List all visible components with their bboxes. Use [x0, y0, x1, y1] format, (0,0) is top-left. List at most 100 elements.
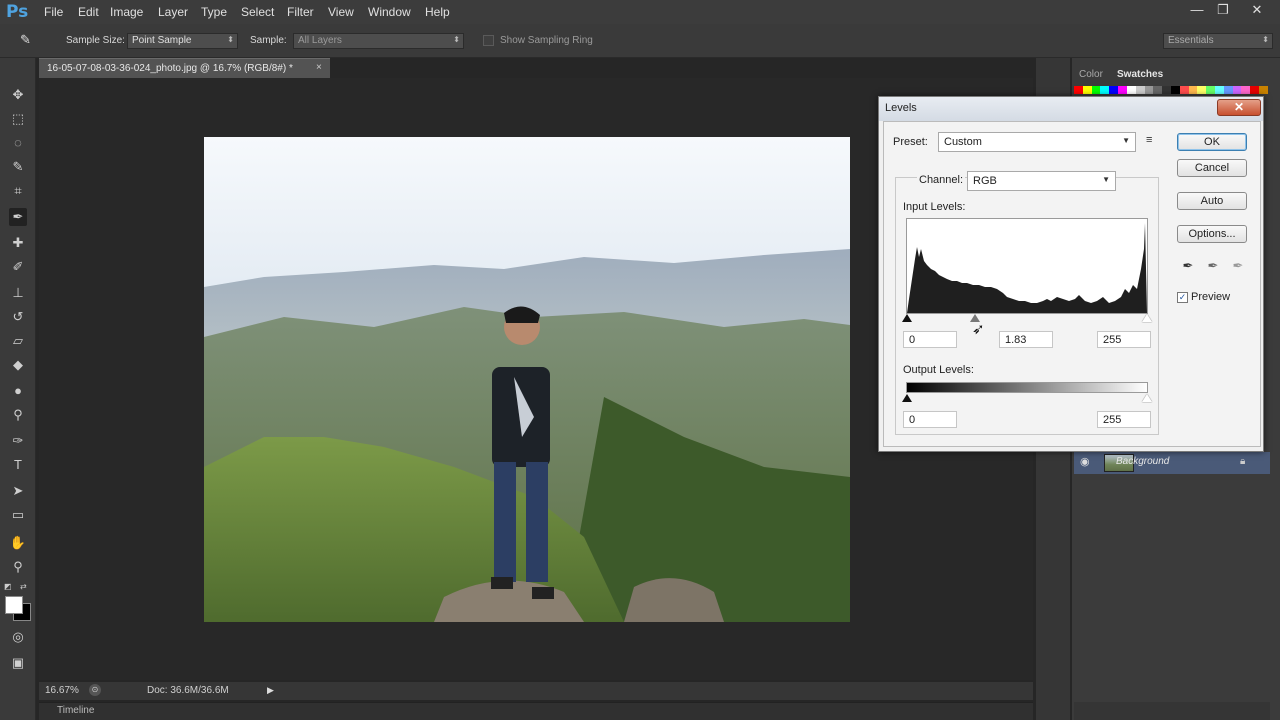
updown-arrow-icon: ⬍: [227, 35, 234, 44]
ok-button[interactable]: OK: [1177, 133, 1247, 151]
blur-tool-icon[interactable]: ●: [9, 382, 27, 400]
swatch[interactable]: [1162, 86, 1171, 94]
swatch[interactable]: [1153, 86, 1163, 94]
updown-arrow-icon: ⬍: [1262, 35, 1269, 44]
quick-selection-tool-icon[interactable]: ✎: [9, 158, 27, 176]
swatch[interactable]: [1170, 86, 1180, 94]
zoom-tool-icon[interactable]: ⚲: [9, 558, 27, 576]
sample-size-select[interactable]: Point Sample ⬍: [127, 33, 238, 49]
output-white-slider[interactable]: [1142, 394, 1152, 402]
swatch[interactable]: [1126, 86, 1136, 94]
crop-tool-icon[interactable]: ⌗: [9, 182, 27, 200]
menu-window[interactable]: Window: [368, 5, 411, 19]
eyedropper-tool-preset-icon[interactable]: ✎: [20, 32, 42, 50]
dodge-tool-icon[interactable]: ⚲: [9, 406, 27, 424]
swatch[interactable]: [1197, 86, 1207, 94]
auto-button[interactable]: Auto: [1177, 192, 1247, 210]
input-white-slider[interactable]: [1142, 314, 1152, 322]
history-brush-tool-icon[interactable]: ↺: [9, 308, 27, 326]
share-icon[interactable]: ⊙: [89, 684, 101, 696]
status-menu-arrow-icon[interactable]: ▶: [267, 685, 274, 696]
menu-edit[interactable]: Edit: [78, 5, 99, 19]
input-black-field[interactable]: 0: [903, 331, 957, 348]
swatch[interactable]: [1206, 86, 1215, 94]
lasso-tool-icon[interactable]: ◌: [9, 134, 27, 152]
tab-swatches[interactable]: Swatches: [1117, 69, 1163, 80]
swatch[interactable]: [1241, 86, 1251, 94]
preview-checkbox[interactable]: ✓: [1177, 292, 1188, 303]
healing-brush-tool-icon[interactable]: ✚: [9, 234, 27, 252]
zoom-level[interactable]: 16.67%: [45, 685, 79, 696]
preset-options-icon[interactable]: ≡: [1146, 134, 1160, 148]
brush-tool-icon[interactable]: ✐: [9, 258, 27, 276]
swatch[interactable]: [1091, 86, 1101, 94]
rectangle-tool-icon[interactable]: ▭: [9, 506, 27, 524]
pen-tool-icon[interactable]: ✑: [9, 432, 27, 450]
default-colors-icon[interactable]: ◩: [4, 582, 14, 592]
hand-tool-icon[interactable]: ✋: [9, 534, 27, 552]
timeline-tab[interactable]: Timeline: [57, 705, 94, 716]
swatch[interactable]: [1232, 86, 1242, 94]
menu-layer[interactable]: Layer: [158, 5, 188, 19]
swatch[interactable]: [1100, 86, 1110, 94]
restore-button[interactable]: ❐: [1210, 2, 1236, 20]
marquee-tool-icon[interactable]: ⬚: [9, 110, 27, 128]
swatch[interactable]: [1179, 86, 1189, 94]
menu-select[interactable]: Select: [241, 5, 274, 19]
close-window-button[interactable]: ✕: [1244, 2, 1270, 20]
close-document-icon[interactable]: ×: [316, 62, 322, 73]
levels-titlebar[interactable]: Levels ✕: [879, 97, 1263, 121]
menu-filter[interactable]: Filter: [287, 5, 314, 19]
layer-visibility-eye-icon[interactable]: ◉: [1080, 455, 1090, 468]
white-point-eyedropper-icon[interactable]: ✒: [1230, 258, 1246, 274]
swatch[interactable]: [1135, 86, 1145, 94]
swatch[interactable]: [1259, 86, 1268, 94]
preset-select[interactable]: Custom ▼: [938, 132, 1136, 152]
swatch[interactable]: [1144, 86, 1154, 94]
screen-mode-icon[interactable]: ▣: [9, 654, 27, 672]
levels-close-button[interactable]: ✕: [1217, 99, 1261, 116]
show-sampling-ring-checkbox[interactable]: [483, 35, 494, 46]
menu-image[interactable]: Image: [110, 5, 143, 19]
sample-select[interactable]: All Layers ⬍: [293, 33, 464, 49]
channel-select[interactable]: RGB ▼: [967, 171, 1116, 191]
swap-colors-icon[interactable]: ⇄: [20, 582, 30, 592]
input-black-slider[interactable]: [902, 314, 912, 322]
eyedropper-tool-icon[interactable]: ✒: [9, 208, 27, 226]
cancel-button[interactable]: Cancel: [1177, 159, 1247, 177]
quick-mask-icon[interactable]: ◎: [9, 628, 27, 646]
minimize-button[interactable]: —: [1184, 2, 1210, 20]
foreground-color-swatch[interactable]: [5, 596, 23, 614]
menu-help[interactable]: Help: [425, 5, 450, 19]
clone-stamp-tool-icon[interactable]: ⊥: [9, 284, 27, 302]
menu-view[interactable]: View: [328, 5, 354, 19]
input-white-field[interactable]: 255: [1097, 331, 1151, 348]
path-selection-tool-icon[interactable]: ➤: [9, 482, 27, 500]
workspace-select[interactable]: Essentials ⬍: [1163, 33, 1273, 49]
menu-file[interactable]: File: [44, 5, 63, 19]
input-gamma-field[interactable]: 1.83: [999, 331, 1053, 348]
menu-type[interactable]: Type: [201, 5, 227, 19]
gray-point-eyedropper-icon[interactable]: ✒: [1205, 258, 1221, 274]
document-photo[interactable]: [204, 137, 850, 622]
swatch[interactable]: [1118, 86, 1127, 94]
swatch[interactable]: [1215, 86, 1224, 94]
swatch[interactable]: [1074, 86, 1083, 94]
swatch[interactable]: [1223, 86, 1233, 94]
black-point-eyedropper-icon[interactable]: ✒: [1180, 258, 1196, 274]
eraser-tool-icon[interactable]: ▱: [9, 332, 27, 350]
tab-color[interactable]: Color: [1079, 69, 1103, 80]
paint-bucket-tool-icon[interactable]: ◆: [9, 356, 27, 374]
output-black-field[interactable]: 0: [903, 411, 957, 428]
document-tab[interactable]: 16-05-07-08-03-36-024_photo.jpg @ 16.7% …: [39, 58, 330, 78]
type-tool-icon[interactable]: T: [9, 456, 27, 474]
output-white-field[interactable]: 255: [1097, 411, 1151, 428]
swatch[interactable]: [1082, 86, 1092, 94]
swatch[interactable]: [1250, 86, 1260, 94]
output-black-slider[interactable]: [902, 394, 912, 402]
options-button[interactable]: Options...: [1177, 225, 1247, 243]
swatches-grid[interactable]: [1074, 86, 1268, 94]
move-tool-icon[interactable]: ✥: [9, 86, 27, 104]
swatch[interactable]: [1109, 86, 1119, 94]
swatch[interactable]: [1188, 86, 1198, 94]
